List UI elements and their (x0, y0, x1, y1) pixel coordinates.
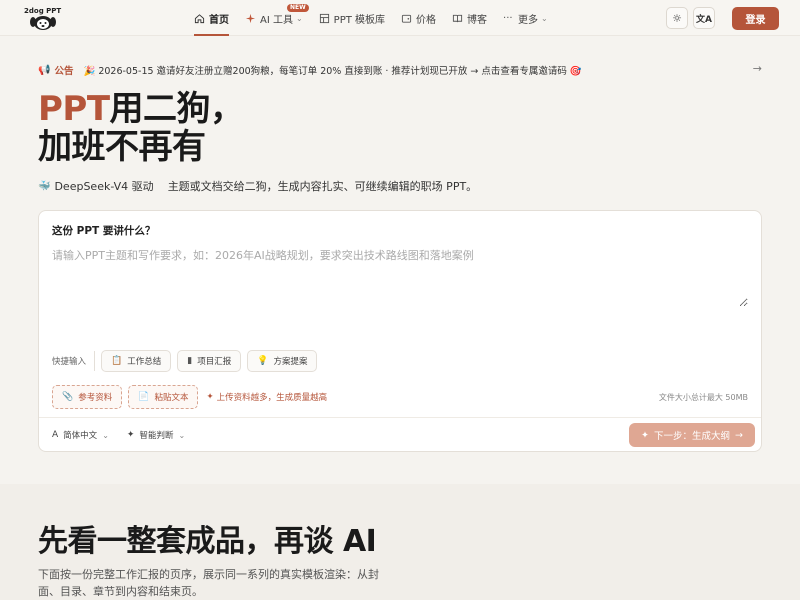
composer-question: 这份 PPT 要讲什么？ (52, 225, 156, 237)
nav-blog-label: 博客 (467, 14, 488, 26)
bar-chart-icon: ▮ (187, 356, 193, 366)
hero-subline: 🐳 DeepSeek-V4 驱动 主题或文档交给二狗，生成内容扎实、可继续编辑的… (38, 178, 477, 194)
nav-ai-tools[interactable]: AI 工具 ⌄ NEW (237, 0, 311, 36)
generate-outline-button[interactable]: ✦ 下一步：生成大纲 → (629, 423, 755, 447)
reference-upload-button[interactable]: 📎 参考资料 (52, 385, 123, 409)
megaphone-icon: 📢 (38, 64, 51, 76)
quick-chip-project-report[interactable]: ▮ 项目汇报 (177, 350, 242, 372)
paperclip-icon: 📎 (62, 392, 74, 402)
sparkle-icon (245, 13, 256, 24)
language-value: 简体中文 (63, 431, 98, 441)
upload-hint-text: 上传资料越多，生成质量越高 (216, 393, 328, 403)
paste-text-button[interactable]: 📄 粘贴文本 (128, 385, 199, 409)
hero-title-line2: 加班不再有 (38, 127, 206, 167)
topic-input[interactable] (52, 247, 748, 307)
upload-label: 粘贴文本 (154, 393, 189, 403)
top-header: 2dog PPT 首页 AI 工具 ⌄ NEW PPT 模板库 价格 博客 ··… (0, 0, 800, 36)
next-button-label: 下一步：生成大纲 (653, 431, 730, 442)
announcement-text[interactable]: 🎉 2026-05-15 邀请好友注册立赠200狗粮，每笔订单 20% 直接到账… (83, 63, 581, 77)
lightbulb-icon: 💡 (257, 356, 269, 366)
sparkle-icon: ✦ (126, 430, 135, 440)
chevron-down-icon: ⌄ (178, 430, 186, 440)
nav-home-label: 首页 (209, 14, 229, 26)
home-icon (194, 13, 205, 24)
nav-templates-label: PPT 模板库 (333, 14, 386, 26)
hero-title-line1: 用二狗， (109, 89, 245, 129)
hero-tagline: 主题或文档交给二狗，生成内容扎实、可继续编辑的职场 PPT。 (167, 180, 478, 193)
hero-title: PPT用二狗， 加班不再有 (38, 90, 244, 166)
sun-icon: ☼ (672, 11, 682, 25)
language-toggle-button[interactable]: 文A (693, 7, 715, 29)
main-nav: 首页 AI 工具 ⌄ NEW PPT 模板库 价格 博客 ··· 更多 ⌄ (186, 0, 556, 36)
nav-more-label: 更多 (518, 14, 539, 26)
theme-toggle-button[interactable]: ☼ (666, 7, 688, 29)
dog-logo-icon: 2dog PPT (24, 7, 61, 30)
nav-pricing[interactable]: 价格 (393, 0, 444, 36)
chip-label: 项目汇报 (197, 357, 232, 367)
hero-title-accent: PPT (38, 89, 110, 129)
chevron-down-icon: ⌄ (541, 13, 548, 23)
announcement-label: 📢 公告 (38, 63, 74, 78)
mode-select[interactable]: ✦ 智能判断 ⌄ (127, 429, 185, 441)
chevron-down-icon: ⌄ (102, 430, 109, 440)
nav-templates[interactable]: PPT 模板库 (311, 0, 393, 36)
chip-label: 方案提案 (273, 357, 308, 367)
dots-icon: ··· (503, 12, 513, 24)
chip-label: 工作总结 (127, 357, 162, 367)
announcement-label-text: 公告 (54, 66, 74, 77)
nav-more[interactable]: ··· 更多 ⌄ (495, 0, 556, 36)
composer-card: 这份 PPT 要讲什么？ 快捷输入 📋 工作总结 ▮ 项目汇报 💡 方案提案 📎… (38, 210, 762, 452)
upload-row: 📎 参考资料 📄 粘贴文本 ✦ 上传资料越多，生成质量越高 (52, 385, 327, 409)
book-icon (452, 13, 463, 24)
logo-text: 2dog PPT (24, 7, 61, 15)
arrow-right-icon: → (735, 429, 743, 441)
nav-ai-tools-label: AI 工具 (260, 14, 293, 26)
upload-hint: ✦ 上传资料越多，生成质量越高 (206, 391, 327, 403)
model-label: DeepSeek-V4 驱动 (54, 180, 154, 193)
sparkle-icon: ✦ (206, 392, 214, 402)
showcase-title: 先看一整套成品，再谈 AI (38, 524, 377, 559)
nav-pricing-label: 价格 (416, 14, 437, 26)
mode-value: 智能判断 (139, 431, 174, 441)
composer-options: A 简体中文 ⌄ ✦ 智能判断 ⌄ (52, 429, 203, 441)
translate-icon: 文A (696, 14, 712, 25)
document-icon: 📄 (138, 392, 150, 402)
login-button[interactable]: 登录 (732, 7, 779, 30)
arrow-right-icon[interactable]: → (753, 62, 762, 75)
quick-input-label: 快捷输入 (52, 357, 87, 367)
template-icon (319, 13, 330, 24)
nav-blog[interactable]: 博客 (444, 0, 495, 36)
clipboard-icon: 📋 (111, 356, 123, 366)
showcase-description: 下面按一份完整工作汇报的页序，展示同一系列的真实模板渲染：从封面、目录、章节到内… (38, 568, 379, 598)
language-select[interactable]: A 简体中文 ⌄ (52, 429, 109, 441)
chevron-down-icon: ⌄ (295, 13, 303, 23)
divider (39, 417, 761, 418)
nav-home[interactable]: 首页 (186, 0, 237, 36)
logo[interactable]: 2dog PPT (22, 4, 64, 32)
announcement-bar[interactable]: 📢 公告 🎉 2026-05-15 邀请好友注册立赠200狗粮，每笔订单 20%… (38, 62, 766, 78)
new-badge: NEW (287, 4, 309, 12)
translate-icon: A (52, 430, 59, 440)
file-size-note: 文件大小总计最大 50MB (658, 393, 748, 402)
deepseek-whale-icon: 🐳 (38, 180, 51, 192)
quick-chip-work-summary[interactable]: 📋 工作总结 (101, 350, 172, 372)
divider (94, 351, 96, 371)
quick-chip-proposal[interactable]: 💡 方案提案 (247, 350, 318, 372)
wallet-icon (401, 13, 412, 24)
quick-input-row: 快捷输入 📋 工作总结 ▮ 项目汇报 💡 方案提案 (52, 349, 323, 373)
sparkle-icon: ✦ (641, 429, 649, 441)
upload-label: 参考资料 (78, 393, 113, 403)
